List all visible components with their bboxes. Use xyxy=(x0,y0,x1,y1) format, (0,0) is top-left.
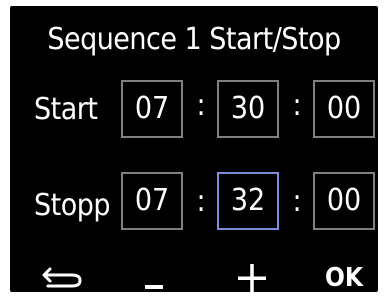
stop-hour-field[interactable]: 07 xyxy=(121,172,183,230)
start-separator-1: : xyxy=(196,88,206,123)
back-button[interactable] xyxy=(30,258,94,298)
minus-icon xyxy=(143,267,165,289)
stop-label: Stopp xyxy=(34,188,111,223)
stop-separator-1: : xyxy=(196,184,206,219)
decrement-button[interactable] xyxy=(124,258,184,298)
stop-second-field[interactable]: 00 xyxy=(313,172,375,230)
stop-minute-field[interactable]: 32 xyxy=(217,172,279,230)
start-label: Start xyxy=(34,92,98,127)
start-second-field[interactable]: 00 xyxy=(313,80,375,138)
return-arrow-icon xyxy=(40,264,84,292)
start-separator-2: : xyxy=(292,88,302,123)
ok-label: OK xyxy=(324,263,363,293)
screen-title: Sequence 1 Start/Stop xyxy=(47,22,341,57)
stop-separator-2: : xyxy=(292,184,302,219)
start-hour-field[interactable]: 07 xyxy=(121,80,183,138)
plus-icon xyxy=(237,263,267,293)
ok-button[interactable]: OK xyxy=(314,258,374,298)
sequence-editor-screen: Sequence 1 Start/Stop Start 07 : 30 : 00… xyxy=(10,6,378,293)
increment-button[interactable] xyxy=(222,258,282,298)
start-minute-field[interactable]: 30 xyxy=(217,80,279,138)
